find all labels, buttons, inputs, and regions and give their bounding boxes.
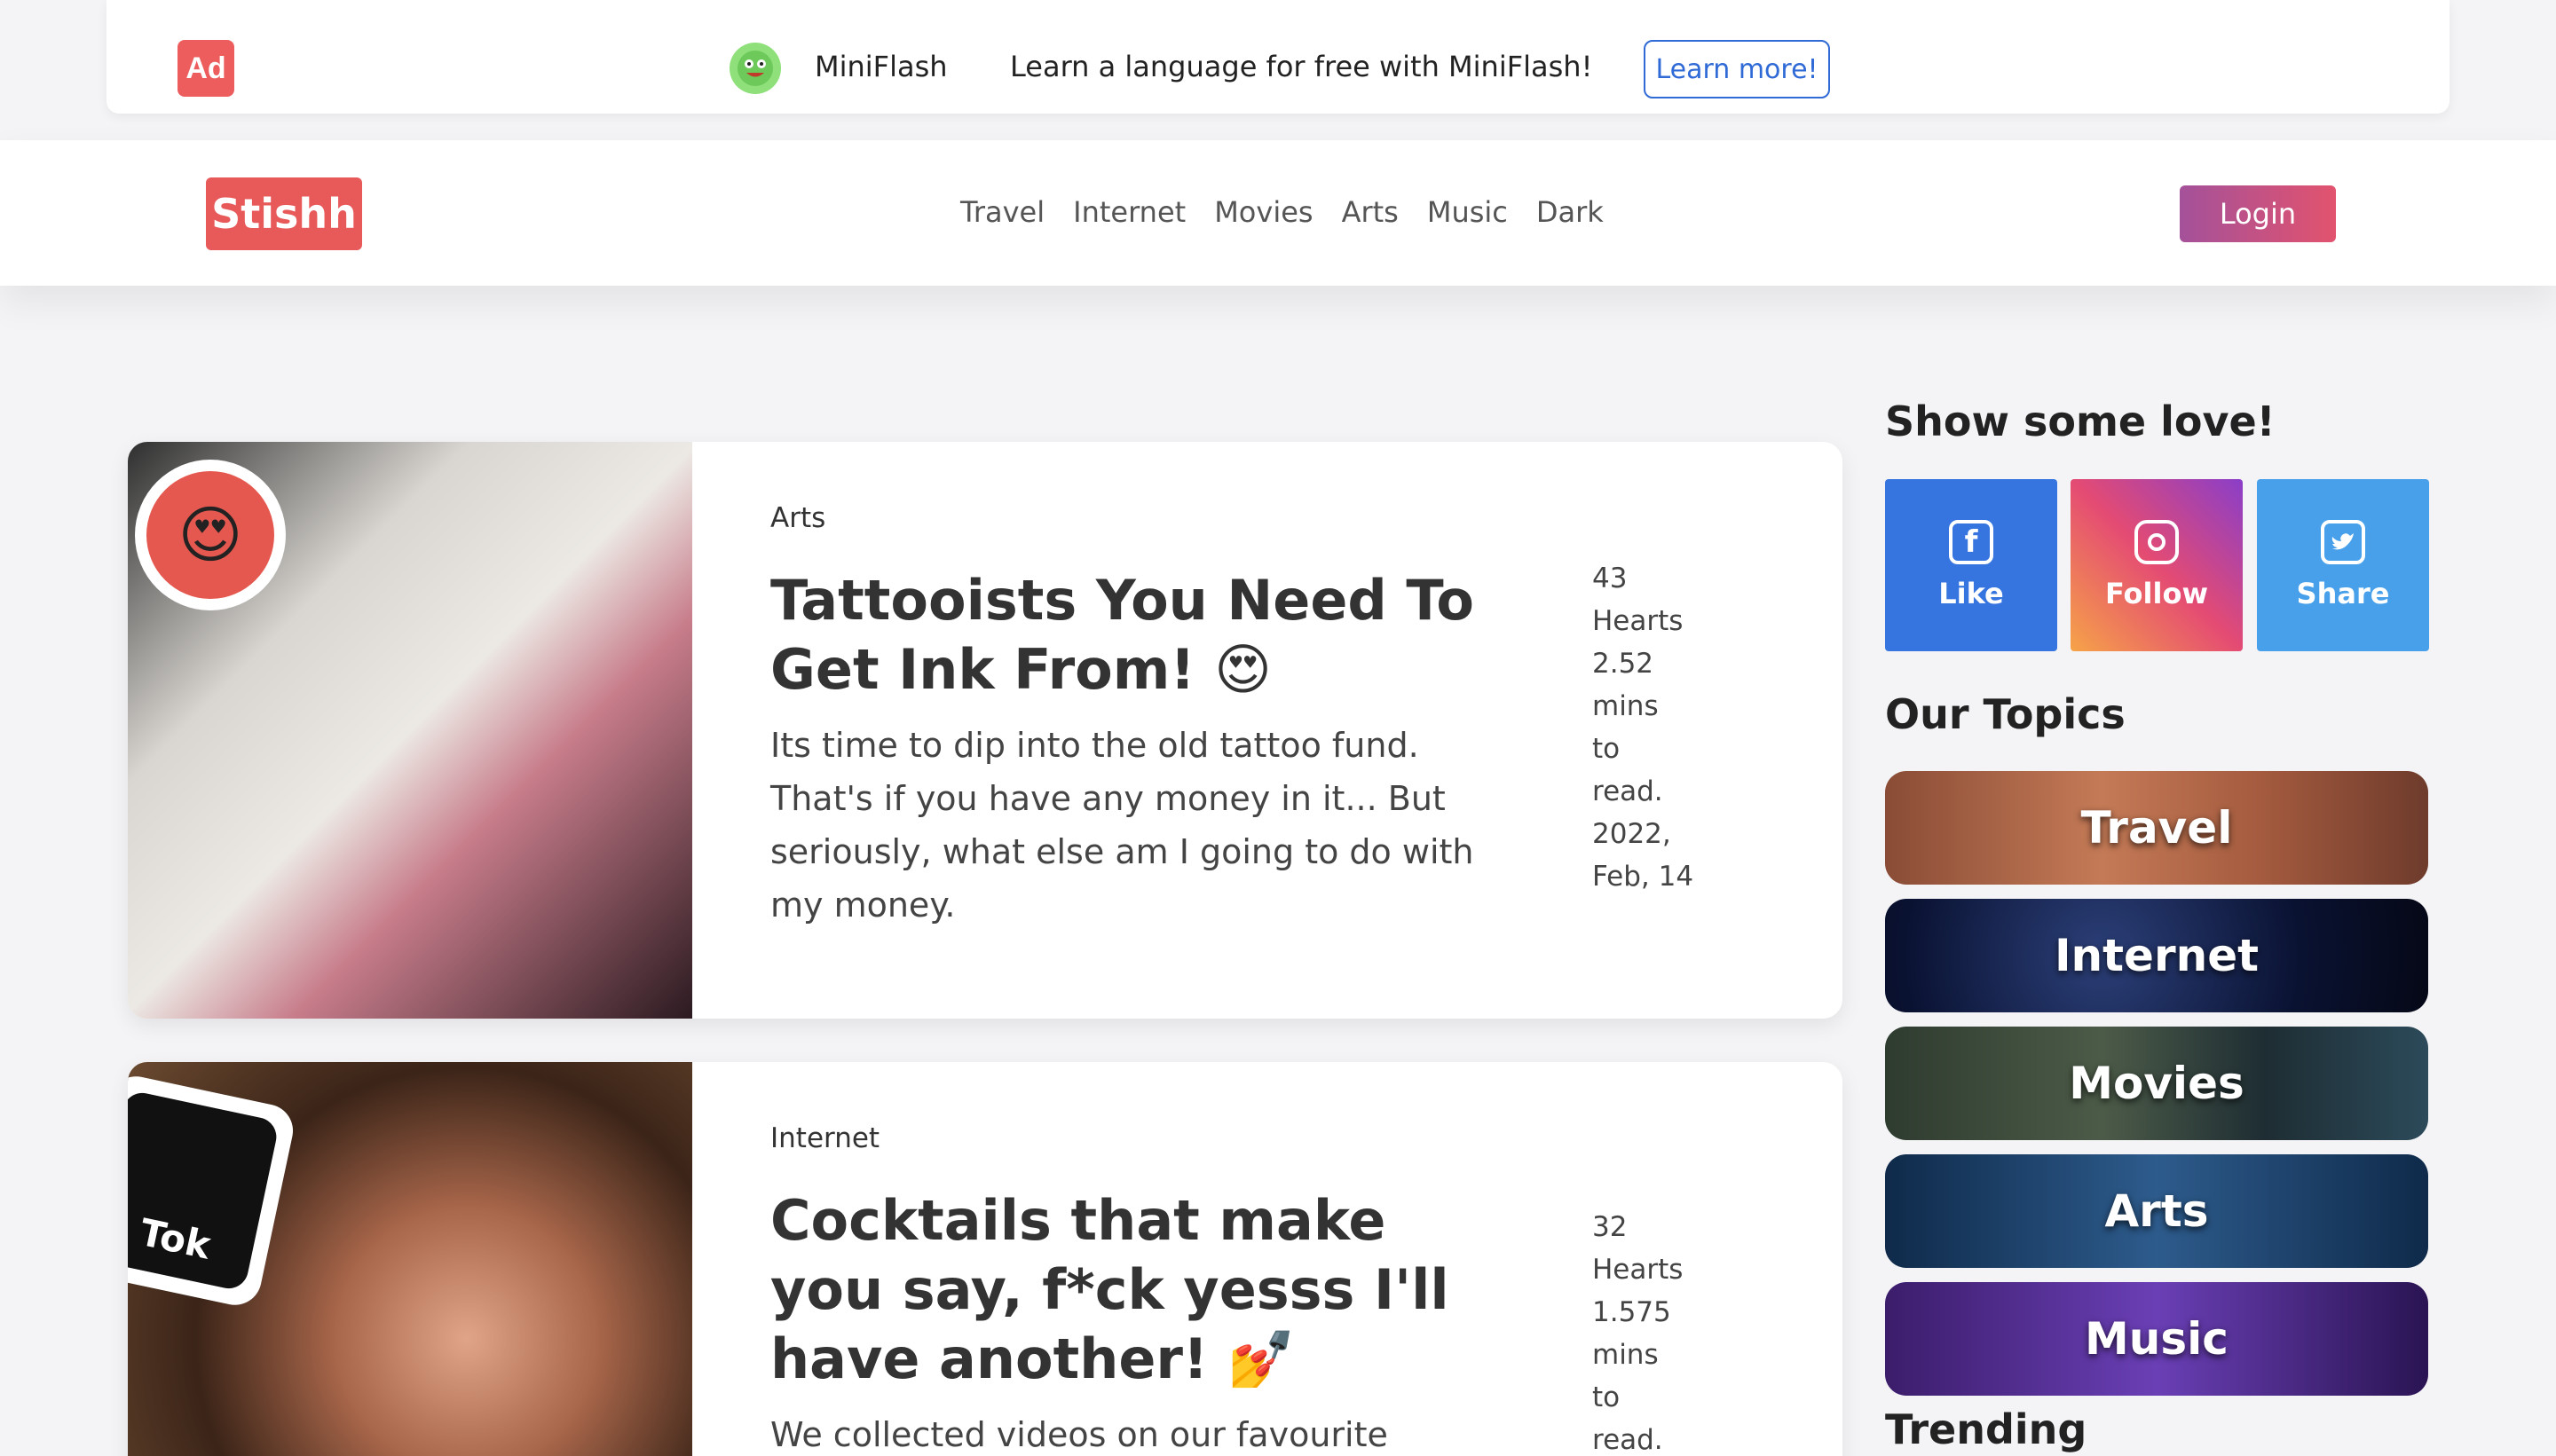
post-title[interactable]: Tattooists You Need To Get Ink From! 😍 [770, 566, 1480, 704]
trending-heading: Trending [1885, 1405, 2087, 1453]
hearts-count: 32 [1592, 1211, 1628, 1243]
post-card[interactable]: Tok Internet Cocktails that make you say… [128, 1062, 1842, 1456]
heart-eyes-syringe-icon: 😍 [146, 471, 274, 599]
show-love-heading: Show some love! [1885, 397, 2276, 445]
hearts-label: Hearts [1592, 605, 1684, 637]
twitter-share-button[interactable]: Share [2257, 479, 2429, 651]
post-description: We collected videos on our favourite [770, 1415, 1388, 1454]
topic-arts[interactable]: Arts [1885, 1154, 2428, 1268]
main-nav: Travel Internet Movies Arts Music Dark [960, 195, 1604, 229]
post-title[interactable]: Cocktails that make you say, f*ck yesss … [770, 1186, 1480, 1394]
post-image[interactable]: Tok [128, 1062, 692, 1456]
post-meta: 43 Hearts 2.52 mins to read. 2022, Feb, … [1592, 557, 1716, 898]
topic-movies[interactable]: Movies [1885, 1027, 2428, 1140]
miniflash-logo-icon [730, 43, 781, 94]
facebook-icon: f [1949, 520, 1993, 564]
nav-link-internet[interactable]: Internet [1073, 195, 1186, 229]
post-description: Its time to dip into the old tattoo fund… [770, 726, 1474, 925]
topic-travel[interactable]: Travel [1885, 771, 2428, 885]
instagram-icon [2134, 520, 2179, 564]
post-category[interactable]: Internet [770, 1122, 880, 1154]
follow-label: Follow [2104, 577, 2209, 610]
nav-link-movies[interactable]: Movies [1214, 195, 1313, 229]
read-time-value: 1.575 [1592, 1296, 1671, 1328]
twitter-icon [2321, 520, 2365, 564]
nav-link-dark[interactable]: Dark [1536, 195, 1604, 229]
learn-more-button[interactable]: Learn more! [1644, 40, 1830, 98]
post-meta: 32 Hearts 1.575 mins to read. [1592, 1206, 1716, 1456]
read-time-to: to [1592, 733, 1621, 765]
our-topics-heading: Our Topics [1885, 690, 2126, 738]
share-label: Share [2296, 577, 2390, 610]
post-date-year: 2022, [1592, 818, 1671, 850]
post-card[interactable]: 😍 Arts Tattooists You Need To Get Ink Fr… [128, 442, 1842, 1019]
ad-badge: Ad [178, 40, 234, 97]
tiktok-icon: Tok [128, 1089, 280, 1293]
tiktok-badge: Tok [128, 1071, 298, 1310]
category-badge: 😍 [135, 460, 286, 610]
site-logo[interactable]: Stishh [206, 177, 362, 250]
ad-text: Learn a language for free with MiniFlash… [1010, 50, 1593, 83]
nav-link-music[interactable]: Music [1427, 195, 1508, 229]
hearts-label: Hearts [1592, 1254, 1684, 1286]
nav-link-travel[interactable]: Travel [960, 195, 1045, 229]
hearts-count: 43 [1592, 563, 1628, 594]
topic-internet[interactable]: Internet [1885, 899, 2428, 1012]
read-time-read: read. [1592, 1424, 1663, 1456]
read-time-unit: mins [1592, 690, 1659, 722]
facebook-like-button[interactable]: f Like [1885, 479, 2057, 651]
read-time-read: read. [1592, 775, 1663, 807]
read-time-value: 2.52 [1592, 648, 1654, 680]
like-label: Like [1938, 577, 2004, 610]
post-category[interactable]: Arts [770, 502, 825, 534]
post-date-day: Feb, 14 [1592, 861, 1694, 893]
read-time-unit: mins [1592, 1339, 1659, 1371]
login-button[interactable]: Login [2180, 185, 2336, 242]
post-image[interactable]: 😍 [128, 442, 692, 1019]
instagram-follow-button[interactable]: Follow [2071, 479, 2243, 651]
nav-link-arts[interactable]: Arts [1342, 195, 1399, 229]
topic-music[interactable]: Music [1885, 1282, 2428, 1396]
site-header: Stishh Travel Internet Movies Arts Music… [0, 140, 2556, 286]
read-time-to: to [1592, 1381, 1621, 1413]
ad-brand-name: MiniFlash [815, 50, 948, 83]
ad-banner: Ad MiniFlash Learn a language for free w… [106, 0, 2450, 114]
